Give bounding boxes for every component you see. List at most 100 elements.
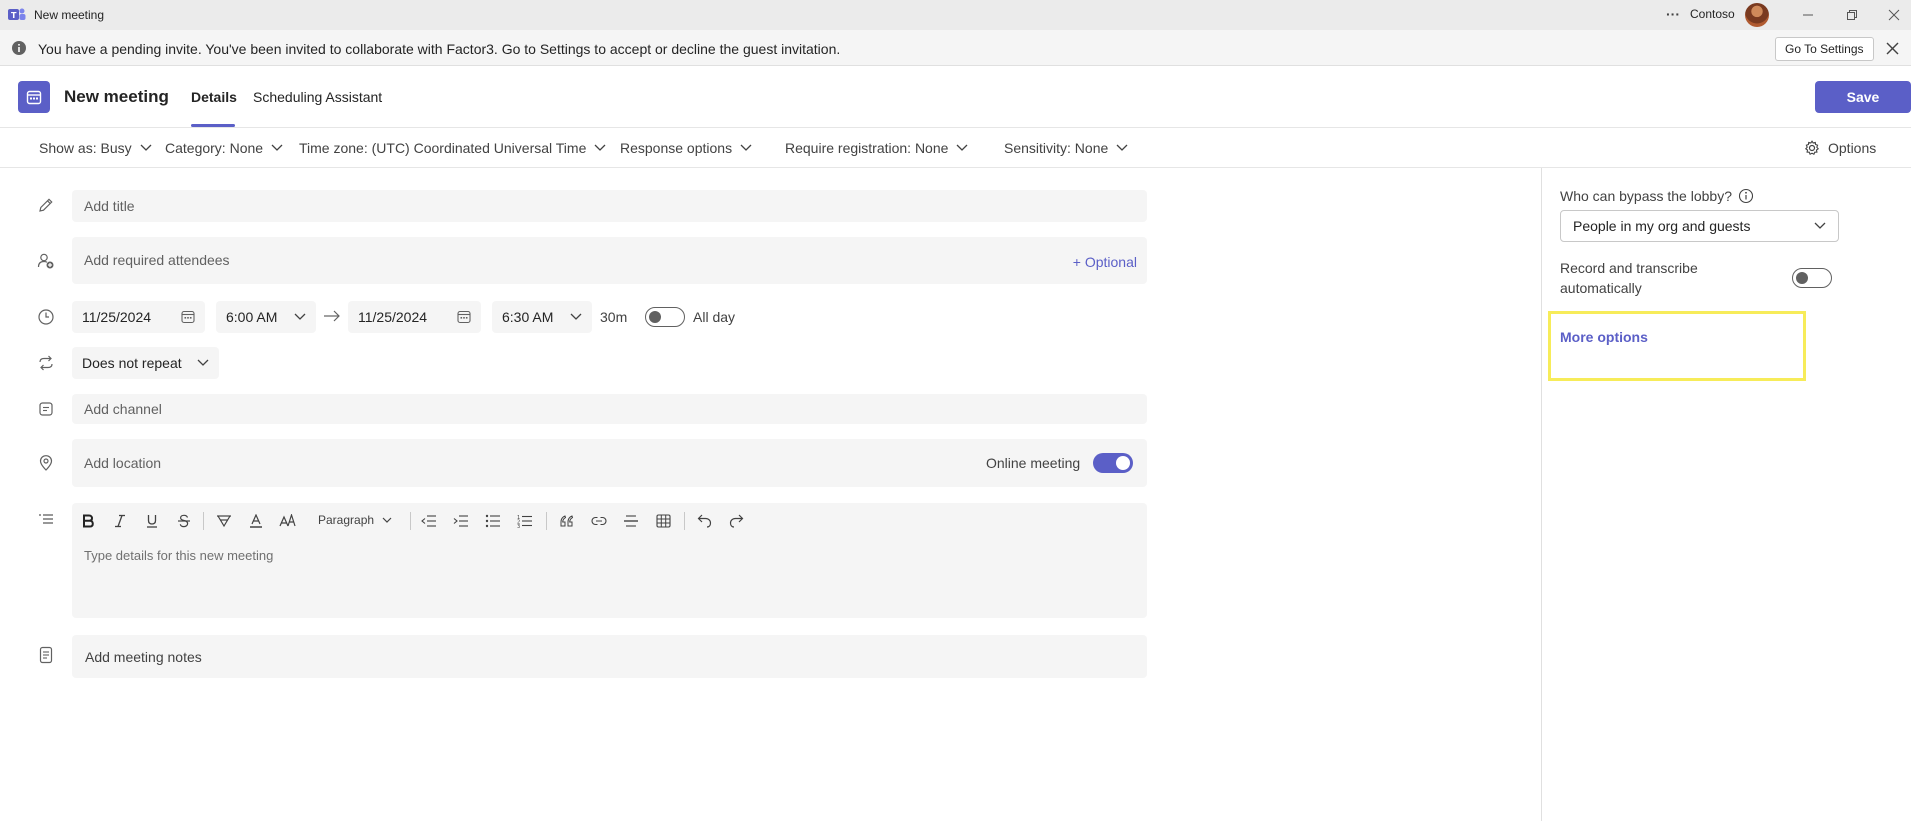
all-day-toggle[interactable] [645, 307, 685, 327]
online-meeting-toggle[interactable] [1093, 453, 1133, 473]
numbered-list-icon[interactable]: 123 [514, 510, 536, 532]
toolbar-divider [203, 512, 204, 530]
paragraph-dropdown[interactable]: Paragraph [318, 513, 392, 527]
sensitivity-label: Sensitivity: None [1004, 140, 1109, 156]
bulleted-list-icon[interactable] [482, 510, 504, 532]
title-bar: T New meeting ··· Contoso [0, 0, 1911, 30]
meeting-notes-field[interactable]: Add meeting notes [72, 635, 1147, 678]
time-zone-dropdown[interactable]: Time zone: (UTC) Coordinated Universal T… [299, 140, 606, 156]
sensitivity-dropdown[interactable]: Sensitivity: None [1004, 140, 1128, 156]
chevron-down-icon [382, 517, 392, 523]
lobby-bypass-select[interactable]: People in my org and guests [1560, 210, 1839, 242]
guest-invite-banner: You have a pending invite. You've been i… [0, 30, 1911, 66]
pencil-icon [36, 195, 56, 215]
toolbar-divider [546, 512, 547, 530]
meeting-notes-label: Add meeting notes [85, 649, 202, 665]
undo-icon[interactable] [693, 510, 715, 532]
close-banner-icon[interactable] [1886, 42, 1899, 55]
chevron-down-icon [140, 144, 152, 151]
attendees-input[interactable]: Add required attendees + Optional [72, 237, 1147, 284]
bold-icon[interactable] [77, 510, 99, 532]
end-time-picker[interactable]: 6:30 AM [492, 301, 592, 333]
strikethrough-icon[interactable] [173, 510, 195, 532]
toolbar-divider [410, 512, 411, 530]
attendees-placeholder: Add required attendees [84, 252, 230, 268]
clock-icon [36, 307, 56, 327]
end-date-picker[interactable]: 11/25/2024 [348, 301, 481, 333]
show-as-dropdown[interactable]: Show as: Busy [39, 140, 152, 156]
calendar-icon [181, 310, 195, 324]
decrease-indent-icon[interactable] [418, 510, 440, 532]
start-date-picker[interactable]: 11/25/2024 [72, 301, 205, 333]
channel-input[interactable]: Add channel [72, 394, 1147, 424]
time-zone-label: Time zone: (UTC) Coordinated Universal T… [299, 140, 587, 156]
table-icon[interactable] [652, 510, 674, 532]
chevron-down-icon [197, 359, 209, 366]
end-date-value: 11/25/2024 [358, 309, 428, 325]
location-input[interactable]: Add location Online meeting [72, 439, 1147, 487]
avatar[interactable] [1745, 3, 1769, 27]
details-list-icon [36, 510, 56, 530]
chevron-down-icon [594, 144, 606, 151]
link-icon[interactable] [588, 510, 610, 532]
all-day-label: All day [693, 309, 736, 325]
lobby-bypass-value: People in my org and guests [1573, 218, 1751, 234]
more-icon[interactable]: ··· [1666, 6, 1680, 22]
restore-icon[interactable] [1841, 4, 1863, 26]
add-person-icon [36, 251, 56, 271]
title-input[interactable]: Add title [72, 190, 1147, 222]
underline-icon[interactable] [141, 510, 163, 532]
font-size-icon[interactable] [277, 510, 299, 532]
go-to-settings-button[interactable]: Go To Settings [1775, 37, 1874, 61]
redo-icon[interactable] [725, 510, 747, 532]
italic-icon[interactable] [109, 510, 131, 532]
options-label: Options [1828, 140, 1877, 156]
calendar-icon [18, 81, 50, 113]
response-options-label: Response options [620, 140, 733, 156]
chevron-down-icon [956, 144, 968, 151]
more-options-link[interactable]: More options [1560, 329, 1648, 345]
toolbar-divider [684, 512, 685, 530]
chevron-down-icon [271, 144, 283, 151]
options-button[interactable]: Options [1804, 140, 1876, 156]
quote-icon[interactable] [556, 510, 578, 532]
highlight-icon[interactable] [213, 510, 235, 532]
repeat-value: Does not repeat [82, 355, 182, 371]
side-panel: Who can bypass the lobby? People in my o… [1541, 168, 1911, 821]
category-label: Category: None [165, 140, 264, 156]
meeting-options-bar: Show as: Busy Category: None Time zone: … [0, 128, 1911, 168]
require-registration-dropdown[interactable]: Require registration: None [785, 140, 968, 156]
record-transcribe-label: Record and transcribe automatically [1560, 260, 1698, 296]
show-as-label: Show as: Busy [39, 140, 132, 156]
active-tab-indicator [191, 124, 235, 127]
window-title: New meeting [34, 8, 105, 22]
start-date-value: 11/25/2024 [82, 309, 152, 325]
start-time-picker[interactable]: 6:00 AM [216, 301, 316, 333]
location-pin-icon [36, 453, 56, 473]
channel-icon [36, 399, 56, 419]
repeat-dropdown[interactable]: Does not repeat [72, 347, 219, 379]
repeat-icon [36, 353, 56, 373]
category-dropdown[interactable]: Category: None [165, 140, 283, 156]
horizontal-rule-icon[interactable] [620, 510, 642, 532]
arrow-right-icon [323, 309, 341, 323]
tab-scheduling-assistant[interactable]: Scheduling Assistant [253, 89, 382, 105]
optional-attendees-link[interactable]: + Optional [1073, 254, 1137, 270]
chevron-down-icon [1116, 144, 1128, 151]
close-window-icon[interactable] [1883, 4, 1905, 26]
end-time-value: 6:30 AM [502, 309, 554, 325]
record-transcribe-toggle[interactable] [1792, 268, 1832, 288]
tab-details[interactable]: Details [191, 89, 237, 105]
start-time-value: 6:00 AM [226, 309, 278, 325]
save-button[interactable]: Save [1815, 81, 1911, 113]
response-options-dropdown[interactable]: Response options [620, 140, 752, 156]
svg-text:T: T [11, 11, 17, 20]
org-name[interactable]: Contoso [1690, 7, 1735, 21]
paragraph-label: Paragraph [318, 513, 375, 527]
increase-indent-icon[interactable] [450, 510, 472, 532]
require-registration-label: Require registration: None [785, 140, 949, 156]
svg-text:3: 3 [517, 524, 520, 528]
info-icon[interactable] [1738, 188, 1754, 204]
font-color-icon[interactable] [245, 510, 267, 532]
minimize-icon[interactable] [1797, 4, 1819, 26]
